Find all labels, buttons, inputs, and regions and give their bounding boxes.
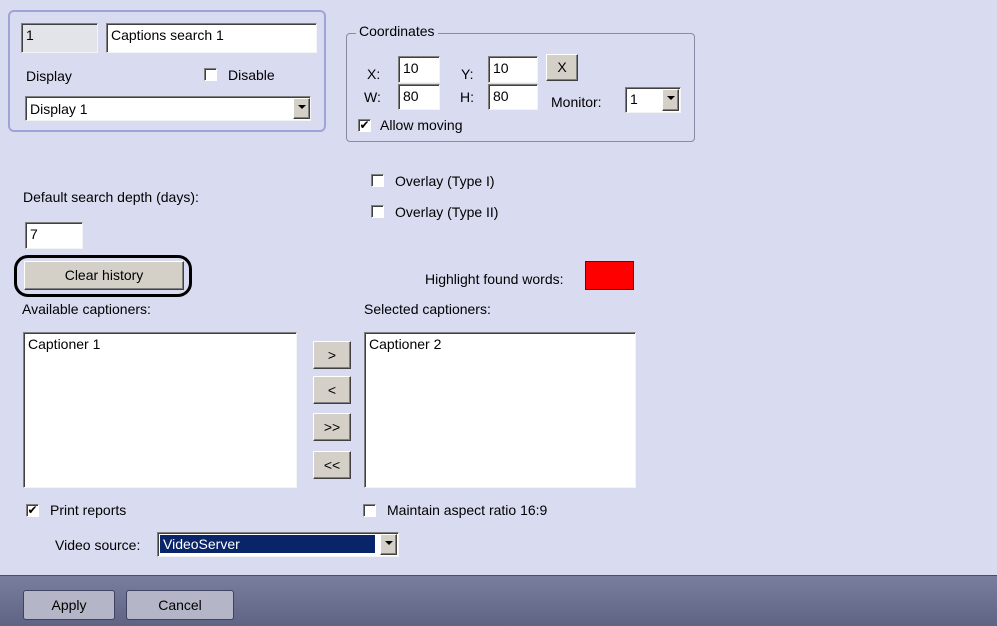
y-input[interactable]: 10 <box>488 56 538 83</box>
highlight-label: Highlight found words: <box>425 271 564 287</box>
disable-label: Disable <box>228 67 275 83</box>
display-select-dropdown-icon[interactable] <box>293 98 310 119</box>
cancel-button[interactable]: Cancel <box>126 590 234 620</box>
list-item[interactable]: Captioner 1 <box>28 336 296 352</box>
reset-coordinates-button[interactable]: X <box>546 54 578 81</box>
maintain-aspect-label: Maintain aspect ratio 16:9 <box>387 502 548 518</box>
h-input[interactable]: 80 <box>488 84 538 110</box>
x-label: X: <box>367 66 381 82</box>
selected-captioners-list[interactable]: Captioner 2 <box>364 332 636 488</box>
x-input[interactable]: 10 <box>398 56 440 83</box>
print-reports-checkbox[interactable]: ✔ <box>26 504 39 517</box>
overlay-type1-label: Overlay (Type I) <box>395 173 495 189</box>
apply-button[interactable]: Apply <box>23 590 115 620</box>
object-name-field[interactable]: Captions search 1 <box>106 23 317 53</box>
allow-moving-checkbox[interactable]: ✔ <box>358 119 371 132</box>
move-all-right-button[interactable]: >> <box>313 413 351 441</box>
disable-checkbox[interactable] <box>204 68 217 81</box>
overlay-type1-checkbox[interactable] <box>371 174 384 187</box>
search-depth-input[interactable]: 7 <box>25 222 83 249</box>
video-source-select[interactable]: VideoServer <box>157 532 399 557</box>
selected-captioners-label: Selected captioners: <box>364 301 491 317</box>
h-label: H: <box>460 89 474 105</box>
overlay-type2-label: Overlay (Type II) <box>395 204 499 220</box>
y-label: Y: <box>461 66 474 82</box>
monitor-label: Monitor: <box>551 94 602 110</box>
video-source-selected-value: VideoServer <box>160 535 375 553</box>
print-reports-label: Print reports <box>50 502 127 518</box>
display-select[interactable]: Display 1 <box>25 96 311 121</box>
maintain-aspect-checkbox[interactable] <box>363 504 376 517</box>
w-label: W: <box>364 89 381 105</box>
available-captioners-list[interactable]: Captioner 1 <box>23 332 297 488</box>
coordinates-title: Coordinates <box>356 23 438 39</box>
search-depth-label: Default search depth (days): <box>23 189 199 205</box>
allow-moving-label: Allow moving <box>380 117 463 133</box>
overlay-type2-checkbox[interactable] <box>371 205 384 218</box>
available-captioners-label: Available captioners: <box>22 301 151 317</box>
move-all-left-button[interactable]: << <box>313 451 351 479</box>
highlight-color-swatch[interactable] <box>585 261 634 290</box>
move-right-button[interactable]: > <box>313 341 351 369</box>
move-left-button[interactable]: < <box>313 376 351 404</box>
video-source-label: Video source: <box>55 537 141 553</box>
display-label: Display <box>26 68 72 84</box>
monitor-dropdown-icon[interactable] <box>662 89 679 111</box>
w-input[interactable]: 80 <box>398 84 440 110</box>
object-id-field[interactable]: 1 <box>21 23 98 53</box>
clear-history-button[interactable]: Clear history <box>24 261 184 290</box>
video-source-dropdown-icon[interactable] <box>380 534 397 555</box>
list-item[interactable]: Captioner 2 <box>369 336 635 352</box>
